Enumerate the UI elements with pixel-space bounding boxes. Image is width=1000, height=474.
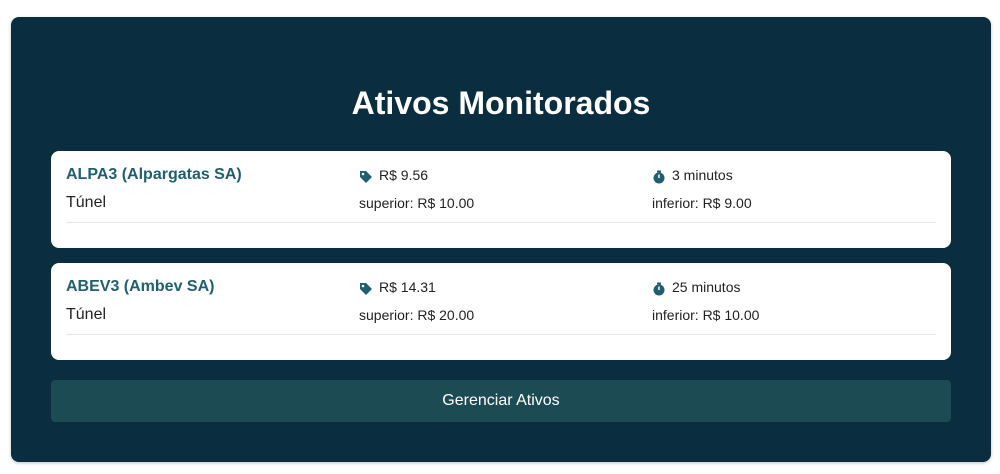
tag-icon — [359, 168, 373, 183]
asset-check-interval: 3 minutos — [672, 167, 733, 183]
stopwatch-icon — [652, 280, 666, 296]
asset-interval-column: 3 minutos inferior: R$ 9.00 — [652, 164, 752, 214]
asset-monitor-type: Túnel — [66, 194, 107, 211]
assets-panel: Ativos Monitorados ALPA3 (Alpargatas SA)… — [11, 17, 991, 462]
asset-price-column: R$ 9.56 superior: R$ 10.00 — [359, 164, 474, 214]
asset-current-price: R$ 9.56 — [379, 167, 429, 183]
asset-lower-limit: inferior: R$ 10.00 — [652, 307, 760, 323]
card-divider — [66, 222, 936, 223]
asset-current-price: R$ 14.31 — [379, 279, 436, 295]
tag-icon — [359, 280, 373, 295]
manage-assets-button[interactable]: Gerenciar Ativos — [51, 380, 951, 422]
asset-card: ALPA3 (Alpargatas SA) Túnel R$ 9.56 supe… — [51, 151, 951, 248]
asset-upper-limit: superior: R$ 10.00 — [359, 195, 475, 211]
asset-upper-limit: superior: R$ 20.00 — [359, 307, 475, 323]
asset-price-column: R$ 14.31 superior: R$ 20.00 — [359, 276, 474, 326]
asset-interval-column: 25 minutos inferior: R$ 10.00 — [652, 276, 759, 326]
stopwatch-icon — [652, 168, 666, 184]
card-divider — [66, 334, 936, 335]
asset-lower-limit: inferior: R$ 9.00 — [652, 195, 752, 211]
page-title: Ativos Monitorados — [351, 85, 651, 121]
asset-check-interval: 25 minutos — [672, 279, 741, 295]
asset-card: ABEV3 (Ambev SA) Túnel R$ 14.31 superior… — [51, 263, 951, 360]
asset-info-column: ALPA3 (Alpargatas SA) Túnel — [66, 164, 242, 214]
asset-ticker: ABEV3 (Ambev SA) — [66, 278, 215, 295]
asset-ticker: ALPA3 (Alpargatas SA) — [66, 166, 242, 183]
asset-info-column: ABEV3 (Ambev SA) Túnel — [66, 276, 214, 326]
asset-monitor-type: Túnel — [66, 306, 107, 323]
